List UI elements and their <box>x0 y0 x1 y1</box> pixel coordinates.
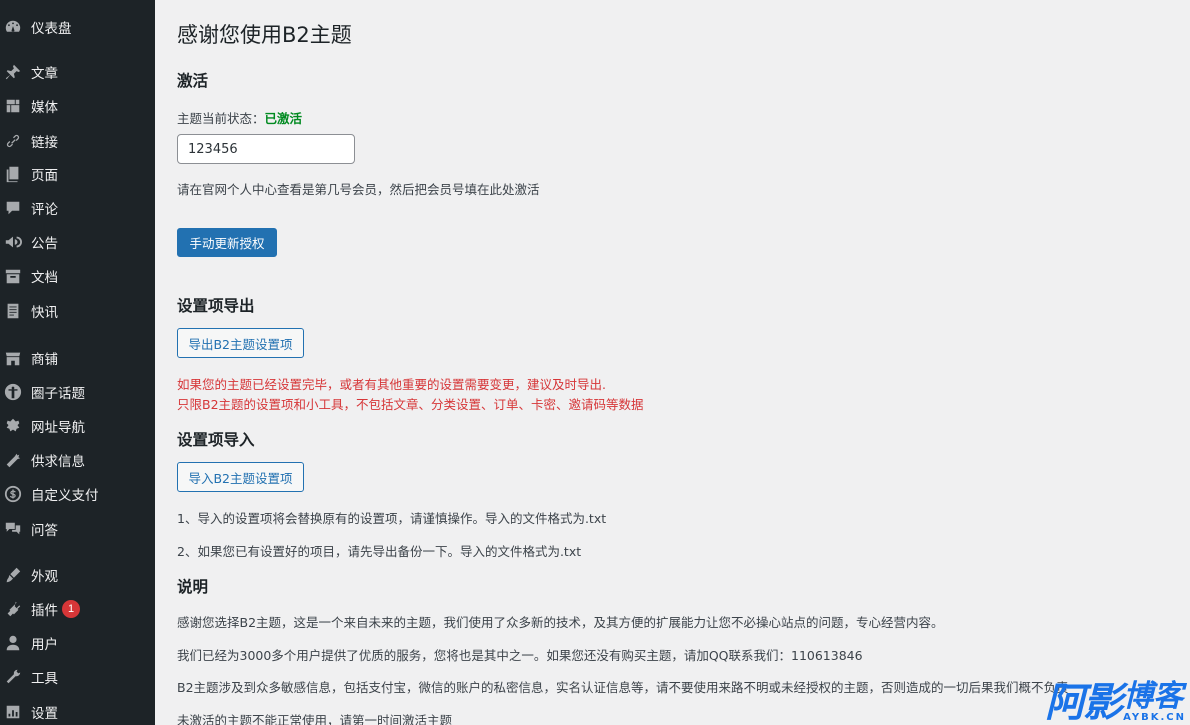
info-paragraph-2: 我们已经为3000多个用户提供了优质的服务，您将也是其中之一。如果您还没有购买主… <box>177 648 863 663</box>
import-note-1: 1、导入的设置项将会替换原有的设置项，请谨慎操作。导入的文件格式为.txt <box>177 511 607 526</box>
export-heading: 设置项导出 <box>177 297 255 315</box>
sidebar-item-label: 设置 <box>31 706 58 722</box>
sidebar-item-qa[interactable]: 问答 <box>0 512 155 546</box>
sidebar-item-label: 页面 <box>31 168 58 184</box>
sidebar-item-label: 用户 <box>31 637 58 653</box>
sidebar-item-announcements[interactable]: 公告 <box>0 225 155 259</box>
tag-icon <box>3 416 23 436</box>
status-label: 主题当前状态： <box>177 111 265 126</box>
sidebar-item-label: 媒体 <box>31 100 58 116</box>
watermark-side: 博客 AYBK.CN <box>1123 679 1186 724</box>
export-warning-1: 如果您的主题已经设置完毕，或者有其他重要的设置需要变更，建议及时导出. <box>177 377 606 392</box>
export-warning-2: 只限B2主题的设置项和小工具，不包括文章、分类设置、订单、卡密、邀请码等数据 <box>177 397 644 412</box>
watermark-cn: 博客 <box>1123 679 1184 714</box>
sidebar-item-label: 网址导航 <box>31 420 85 436</box>
sidebar-item-label: 仪表盘 <box>31 21 72 37</box>
sidebar-item-plugins[interactable]: 插件 1 <box>0 592 155 626</box>
carrot-icon <box>3 450 23 470</box>
plugin-icon <box>3 599 23 619</box>
pin-icon <box>3 62 23 82</box>
sidebar-item-label: 文档 <box>31 270 58 286</box>
watermark-en: AYBK.CN <box>1123 712 1186 723</box>
user-icon <box>3 633 23 653</box>
info-heading: 说明 <box>177 578 209 596</box>
activation-status: 主题当前状态：已激活 <box>177 108 302 127</box>
sidebar-item-links[interactable]: 链接 <box>0 124 155 158</box>
sidebar-item-users[interactable]: 用户 <box>0 626 155 660</box>
sidebar-item-link-nav[interactable]: 网址导航 <box>0 409 155 443</box>
import-settings-button[interactable]: 导入B2主题设置项 <box>177 462 304 492</box>
plugin-update-badge: 1 <box>62 600 80 618</box>
sidebar-item-news[interactable]: 快讯 <box>0 294 155 328</box>
sidebar-item-settings[interactable]: 设置 <box>0 695 155 725</box>
sidebar-item-comments[interactable]: 评论 <box>0 191 155 225</box>
sidebar-item-label: 商铺 <box>31 352 58 368</box>
info-paragraph-1: 感谢您选择B2主题，这是一个来自未来的主题，我们使用了众多新的技术，及其方便的扩… <box>177 615 944 630</box>
update-license-button[interactable]: 手动更新授权 <box>177 228 277 257</box>
page-icon <box>3 164 23 184</box>
sidebar-item-posts[interactable]: 文章 <box>0 55 155 89</box>
comment-icon <box>3 198 23 218</box>
settings-icon <box>3 702 23 722</box>
sidebar-item-appearance[interactable]: 外观 <box>0 558 155 592</box>
sidebar-item-label: 公告 <box>31 236 58 252</box>
wrench-icon <box>3 667 23 687</box>
activation-heading: 激活 <box>177 72 209 90</box>
sidebar-item-label: 圈子话题 <box>31 386 85 402</box>
status-badge: 已激活 <box>264 111 303 126</box>
sidebar-item-pages[interactable]: 页面 <box>0 157 155 191</box>
page-title: 感谢您使用B2主题 <box>177 23 352 47</box>
info-paragraph-3: B2主题涉及到众多敏感信息，包括支付宝，微信的账户的私密信息，实名认证信息等，请… <box>177 680 1069 695</box>
sidebar-item-tools[interactable]: 工具 <box>0 660 155 694</box>
chat-icon <box>3 519 23 539</box>
archive-icon <box>3 266 23 286</box>
dashboard-icon <box>3 17 23 37</box>
store-icon <box>3 348 23 368</box>
sidebar-item-label: 链接 <box>31 135 58 151</box>
accessibility-icon <box>3 382 23 402</box>
sidebar-item-circles[interactable]: 圈子话题 <box>0 375 155 409</box>
sidebar-item-label: 供求信息 <box>31 454 85 470</box>
sidebar-item-label: 插件 <box>31 603 58 619</box>
member-number-value: 123456 <box>188 141 238 157</box>
admin-sidebar: 仪表盘 文章 媒体 链接 页面 评论 公告 文档 快讯 商铺 圈子话题 网址导航… <box>0 0 155 725</box>
sidebar-item-label: 评论 <box>31 202 58 218</box>
sidebar-item-label: 文章 <box>31 66 58 82</box>
member-number-input[interactable]: 123456 <box>177 134 355 164</box>
watermark-big: 阿影 <box>1045 680 1123 725</box>
info-paragraph-4: 未激活的主题不能正常使用，请第一时间激活主题 <box>177 713 453 725</box>
sidebar-item-label: 问答 <box>31 523 58 539</box>
brush-icon <box>3 565 23 585</box>
sidebar-item-custom-pay[interactable]: 自定义支付 <box>0 477 155 511</box>
watermark-logo: 阿影 博客 AYBK.CN <box>1045 679 1186 725</box>
media-icon <box>3 96 23 116</box>
sidebar-item-label: 工具 <box>31 671 58 687</box>
sidebar-item-dashboard[interactable]: 仪表盘 <box>0 10 155 44</box>
document-icon <box>3 301 23 321</box>
sidebar-item-label: 自定义支付 <box>31 488 99 504</box>
import-note-2: 2、如果您已有设置好的项目，请先导出备份一下。导入的文件格式为.txt <box>177 544 582 559</box>
sidebar-item-label: 外观 <box>31 569 58 585</box>
dollar-icon <box>3 484 23 504</box>
main-content: 感谢您使用B2主题 激活 主题当前状态：已激活 123456 请在官网个人中心查… <box>155 0 1190 725</box>
activation-hint: 请在官网个人中心查看是第几号会员，然后把会员号填在此处激活 <box>177 182 540 197</box>
import-heading: 设置项导入 <box>177 431 255 449</box>
sidebar-item-store[interactable]: 商铺 <box>0 341 155 375</box>
sidebar-item-label: 快讯 <box>31 305 58 321</box>
megaphone-icon <box>3 232 23 252</box>
sidebar-item-media[interactable]: 媒体 <box>0 89 155 123</box>
sidebar-item-supply[interactable]: 供求信息 <box>0 443 155 477</box>
export-settings-button[interactable]: 导出B2主题设置项 <box>177 328 304 358</box>
link-icon <box>3 131 23 151</box>
sidebar-item-docs[interactable]: 文档 <box>0 259 155 293</box>
